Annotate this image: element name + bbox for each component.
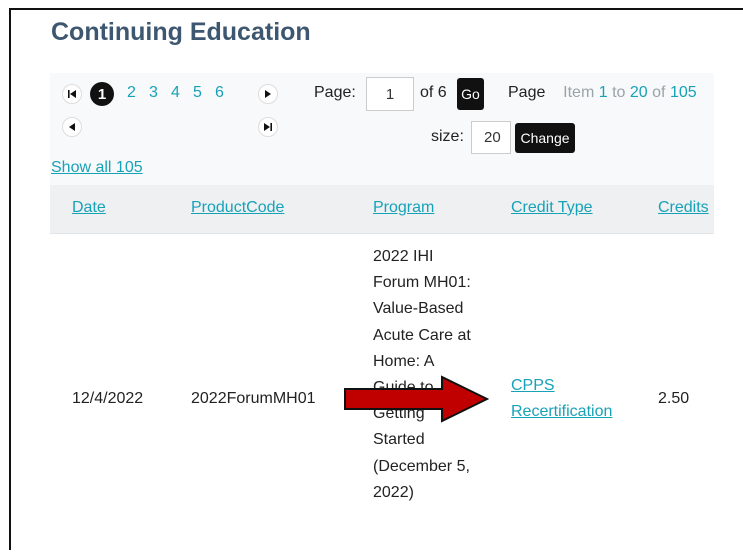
page-link-2[interactable]: 2	[127, 84, 136, 102]
page-link-4[interactable]: 4	[171, 84, 180, 102]
program-line: Acute Care at	[373, 326, 471, 344]
program-line: Started	[373, 431, 425, 449]
item-of: of	[652, 84, 666, 101]
page-size-input[interactable]	[471, 121, 511, 154]
page-link-6[interactable]: 6	[215, 84, 224, 102]
col-header-productcode[interactable]: ProductCode	[191, 199, 284, 217]
next-page-button[interactable]	[258, 84, 278, 104]
col-header-date[interactable]: Date	[72, 199, 106, 217]
go-button[interactable]: Go	[457, 78, 484, 110]
page-label: Page:	[314, 84, 356, 101]
item-range-info: Page Item 1 to 20 of 105	[508, 84, 697, 102]
program-line: Value-Based	[373, 300, 464, 318]
content-frame: Continuing Education 1 2 3 4 5 6 Page: o…	[9, 8, 743, 554]
program-line: Forum MH01:	[373, 274, 471, 292]
page-link-current[interactable]: 1	[90, 82, 114, 106]
next-page-icon	[265, 90, 271, 98]
cell-credits: 2.50	[658, 390, 690, 407]
page-link-5[interactable]: 5	[193, 84, 202, 102]
col-header-credit-type[interactable]: Credit Type	[511, 199, 593, 217]
program-line: Home: A	[373, 352, 435, 370]
previous-page-button[interactable]	[62, 117, 82, 137]
page-count-label: of 6	[420, 84, 447, 101]
item-end: 20	[629, 84, 648, 101]
cell-product-code: 2022ForumMH01	[191, 390, 316, 407]
credit-type-line: CPPS	[511, 377, 555, 394]
first-page-icon	[68, 90, 76, 98]
change-page-size-button[interactable]: Change	[515, 123, 575, 153]
item-to: to	[612, 84, 626, 101]
program-line: 2022 IHI	[373, 248, 434, 265]
last-page-icon	[264, 123, 272, 131]
cell-date: 12/4/2022	[72, 390, 144, 407]
item-total: 105	[669, 84, 697, 101]
previous-page-icon	[69, 123, 75, 131]
col-header-program[interactable]: Program	[373, 199, 434, 217]
page-link-3[interactable]: 3	[149, 84, 158, 102]
item-start: 1	[598, 84, 608, 101]
col-header-credits[interactable]: Credits	[658, 199, 709, 217]
show-all-link[interactable]: Show all 105	[51, 159, 143, 177]
ce-panel: 1 2 3 4 5 6 Page: of 6 Go Page Page Item…	[50, 73, 714, 554]
credit-type-link[interactable]: CPPS Recertification	[511, 373, 612, 425]
page-size-suffix-label: size:	[431, 128, 464, 145]
program-line: 2022)	[373, 483, 414, 501]
red-arrow-annotation	[344, 375, 489, 423]
page-title: Continuing Education	[51, 18, 311, 46]
item-prefix: Item	[563, 84, 595, 101]
page-size-label: Page	[508, 84, 546, 101]
table-header: Date ProductCode Program Credit Type Cre…	[50, 185, 714, 234]
first-page-button[interactable]	[62, 84, 82, 104]
credit-type-line: Recertification	[511, 403, 613, 420]
program-line: (December 5,	[373, 457, 470, 475]
last-page-button[interactable]	[258, 117, 278, 137]
page-number-input[interactable]	[366, 77, 414, 111]
